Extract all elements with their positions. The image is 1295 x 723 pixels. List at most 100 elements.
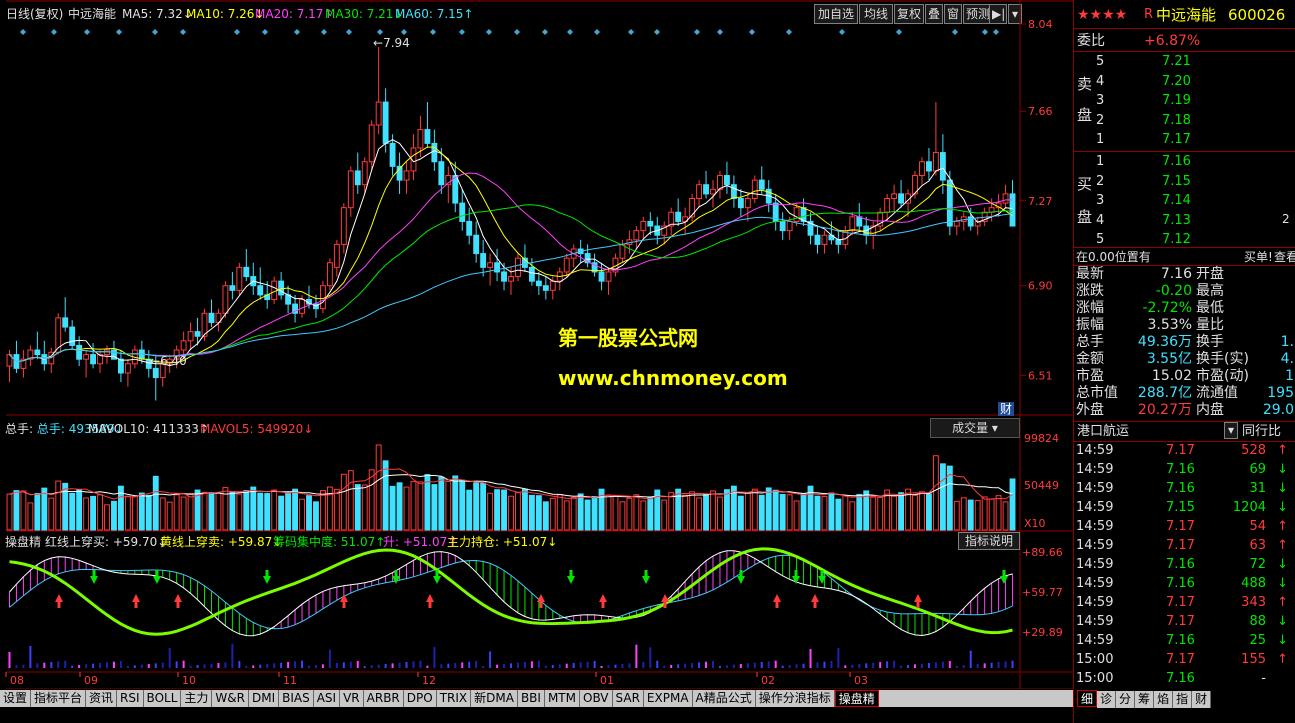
signal-diamond bbox=[594, 29, 600, 35]
tab-0[interactable]: 设置 bbox=[0, 690, 32, 707]
order-level[interactable]: 5 7.12 bbox=[1074, 230, 1294, 249]
chart-area[interactable]: 日线(复权) 中远海能 MA5: 7.32↓ MA10: 7.26↓ MA20:… bbox=[0, 0, 1073, 689]
side-tab-3[interactable]: 筹 bbox=[1135, 691, 1155, 708]
tab-11[interactable]: ARBR bbox=[363, 690, 404, 707]
side-tab-1[interactable]: 诊 bbox=[1097, 691, 1117, 708]
signal-diamond bbox=[717, 29, 723, 35]
indicator-help-button[interactable]: 指标说明 bbox=[958, 532, 1020, 550]
volume-bar bbox=[612, 495, 619, 531]
side-tab-5[interactable]: 指 bbox=[1173, 691, 1193, 708]
price-axis-label: 6.90 bbox=[1028, 280, 1053, 293]
tick-row: 14:59 7.16 488 ↓ bbox=[1076, 576, 1288, 591]
candle-body bbox=[640, 220, 647, 232]
candle-body bbox=[117, 358, 124, 374]
tick-row: 14:59 7.16 72 ↓ bbox=[1076, 557, 1288, 572]
volume-bar bbox=[877, 496, 884, 531]
volume-bar bbox=[960, 497, 967, 531]
month-label: 10 bbox=[182, 674, 196, 687]
signal-diamond bbox=[430, 29, 436, 35]
ind-axis-label: +89.66 bbox=[1022, 546, 1063, 559]
candle-body bbox=[487, 262, 494, 268]
industry-compare-button[interactable]: 同行比 bbox=[1242, 425, 1281, 439]
signal-diamond bbox=[294, 29, 300, 35]
candle-body bbox=[354, 170, 361, 186]
volume-bar bbox=[515, 492, 521, 531]
view-link[interactable]: 查看 bbox=[1274, 250, 1295, 264]
level-price: 7.20 bbox=[1162, 73, 1191, 89]
volume-bar bbox=[967, 499, 974, 531]
tab-7[interactable]: DMI bbox=[248, 690, 280, 707]
side-tab-4[interactable]: 焰 bbox=[1154, 691, 1174, 708]
tab-20[interactable]: A精品公式 bbox=[692, 690, 756, 707]
candle-body bbox=[884, 197, 891, 213]
tab-4[interactable]: BOLL bbox=[143, 690, 182, 707]
volume-bar bbox=[988, 498, 995, 531]
volume-bar bbox=[849, 501, 856, 531]
tab-8[interactable]: BIAS bbox=[279, 690, 314, 707]
arrow-up-icon bbox=[914, 594, 922, 608]
candle-body bbox=[751, 179, 758, 199]
side-tab-0[interactable]: 细 bbox=[1077, 690, 1098, 707]
signal-diamond bbox=[542, 29, 548, 35]
volume-bar bbox=[236, 493, 243, 531]
tab-19[interactable]: EXPMA bbox=[643, 690, 693, 707]
order-level[interactable]: 2 7.18 bbox=[1074, 111, 1294, 130]
weibi-label: 委比 bbox=[1077, 33, 1105, 49]
tab-14[interactable]: 新DMA bbox=[471, 690, 518, 707]
volume-bar bbox=[932, 455, 939, 531]
tab-17[interactable]: OBV bbox=[580, 690, 613, 707]
indicator-select[interactable]: 成交量 ▾ bbox=[930, 418, 1020, 438]
tab-2[interactable]: 资讯 bbox=[86, 690, 118, 707]
side-tab-2[interactable]: 分 bbox=[1116, 691, 1136, 708]
candle-body bbox=[124, 363, 131, 374]
volume-bar bbox=[452, 475, 459, 531]
order-level[interactable]: 4 7.13 bbox=[1074, 211, 1294, 230]
arrow-down-icon: ↓ bbox=[1277, 500, 1288, 515]
tab-12[interactable]: DPO bbox=[403, 690, 437, 707]
tab-6[interactable]: W&R bbox=[212, 690, 249, 707]
order-level[interactable]: 4 7.20 bbox=[1074, 72, 1294, 91]
order-level[interactable]: 1 7.16 bbox=[1074, 152, 1294, 171]
vol-axis-label: 50449 bbox=[1024, 479, 1059, 492]
tab-5[interactable]: 主力 bbox=[181, 690, 213, 707]
candle-body bbox=[675, 211, 682, 222]
tab-22[interactable]: 操盘精 bbox=[834, 690, 879, 707]
buy1-link[interactable]: 买单! bbox=[1244, 250, 1273, 264]
tab-16[interactable]: MTM bbox=[544, 690, 580, 707]
industry-dropdown-icon[interactable]: ▾ bbox=[1224, 422, 1238, 439]
ind-zhuli: 主力持仓: +51.07↓ bbox=[447, 535, 558, 549]
tab-3[interactable]: RSI bbox=[117, 690, 144, 707]
finance-badge[interactable]: 财 bbox=[998, 402, 1015, 416]
volume-bar bbox=[563, 500, 570, 531]
volume-bar bbox=[842, 495, 849, 531]
mavol5-label: MAVOL5: 549920↓ bbox=[200, 422, 314, 436]
month-label: 03 bbox=[854, 674, 868, 687]
order-level[interactable]: 3 7.19 bbox=[1074, 91, 1294, 110]
volume-bar bbox=[626, 497, 633, 531]
tab-13[interactable]: TRIX bbox=[436, 690, 472, 707]
tick-row: 14:59 7.16 69 ↓ bbox=[1076, 462, 1288, 477]
order-level[interactable]: 2 7.15 bbox=[1074, 172, 1294, 191]
order-level[interactable]: 1 7.17 bbox=[1074, 130, 1294, 149]
signal-diamond bbox=[952, 29, 958, 35]
tab-10[interactable]: VR bbox=[340, 690, 364, 707]
left-edge bbox=[0, 0, 6, 689]
tab-18[interactable]: SAR bbox=[612, 690, 644, 707]
volume-bar bbox=[737, 495, 744, 531]
order-level[interactable]: 3 7.14 bbox=[1074, 191, 1294, 210]
candle-body bbox=[758, 179, 765, 190]
tab-1[interactable]: 指标平台 bbox=[31, 690, 87, 707]
volume-bar bbox=[438, 476, 445, 531]
quote-row: 最新 7.16 开盘 bbox=[1076, 266, 1224, 282]
arrow-down-icon: ↓ bbox=[1277, 557, 1288, 572]
volume-bar bbox=[535, 495, 542, 531]
tab-21[interactable]: 操作分浪指标 bbox=[755, 690, 835, 707]
low-annotation: ←6.40 bbox=[150, 354, 187, 368]
signal-diamond bbox=[401, 29, 407, 35]
arrow-up-icon bbox=[599, 594, 607, 608]
tab-9[interactable]: ASI bbox=[313, 690, 341, 707]
order-level[interactable]: 5 7.21 bbox=[1074, 52, 1294, 71]
kline-chart[interactable]: 8.04 7.66 7.27 6.90 6.51 99824 50449 X10 +89.66 +… bbox=[0, 0, 1073, 689]
tab-15[interactable]: BBI bbox=[517, 690, 545, 707]
side-tab-6[interactable]: 财 bbox=[1192, 691, 1212, 708]
